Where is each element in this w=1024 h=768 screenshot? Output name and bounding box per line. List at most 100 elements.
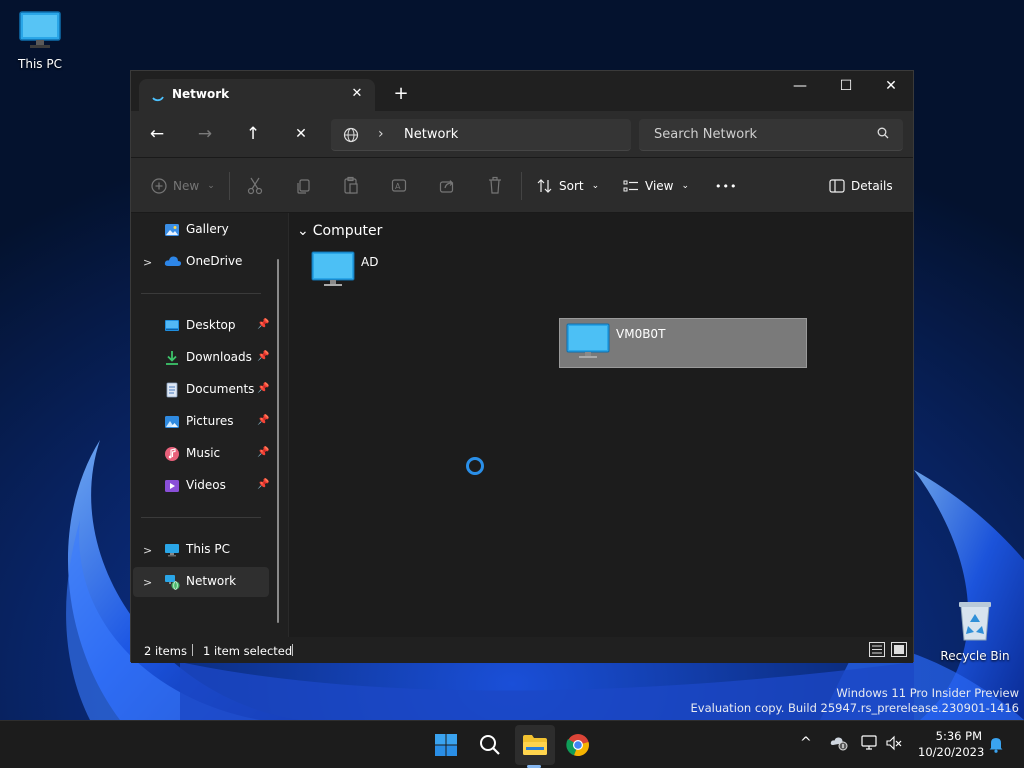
sidebar-item-network[interactable]: > Network [133, 567, 269, 597]
sort-icon [537, 179, 552, 193]
sidebar-item-videos[interactable]: Videos 📌 [133, 471, 269, 501]
search-icon [480, 735, 500, 755]
notification-bell-icon[interactable] [988, 736, 1004, 753]
search-input[interactable] [639, 119, 903, 151]
show-hidden-icons-button[interactable]: ^ [800, 735, 812, 751]
back-button[interactable]: ← [143, 123, 171, 147]
tab-network[interactable]: Network ✕ [139, 79, 375, 111]
group-header-computer[interactable]: ⌄ Computer [297, 223, 382, 239]
paste-icon[interactable] [343, 174, 359, 198]
pin-icon[interactable]: 📌 [257, 479, 269, 490]
maximize-button[interactable]: ☐ [823, 71, 869, 101]
more-options-button[interactable]: ••• [715, 174, 737, 198]
this-pc-icon [165, 544, 179, 557]
command-bar: New ⌄ A Sort ⌄ View ⌄ ••• Details [131, 157, 913, 213]
pin-icon[interactable]: 📌 [257, 383, 269, 394]
sidebar-item-onedrive[interactable]: > OneDrive [133, 247, 269, 277]
pin-icon[interactable]: 📌 [257, 447, 269, 458]
view-button[interactable]: View ⌄ [623, 174, 689, 198]
evaluation-watermark: Windows 11 Pro Insider Preview Evaluatio… [691, 686, 1019, 716]
minimize-button[interactable]: — [777, 71, 823, 101]
details-pane-icon [829, 179, 845, 193]
details-button[interactable]: Details [829, 174, 893, 198]
chrome-taskbar-button[interactable] [558, 725, 598, 765]
pictures-icon [165, 416, 179, 428]
network-status-icon[interactable] [861, 735, 879, 751]
volume-muted-icon[interactable] [885, 735, 903, 751]
sidebar-item-gallery[interactable]: Gallery [133, 215, 269, 245]
pin-icon[interactable]: 📌 [257, 415, 269, 426]
tiles-view-icon[interactable] [891, 642, 907, 657]
sidebar-item-documents[interactable]: Documents 📌 [133, 375, 269, 405]
desktop-icon-this-pc[interactable]: This PC [0, 10, 80, 71]
onedrive-status-icon[interactable] [830, 735, 848, 751]
sidebar-item-this-pc[interactable]: > This PC [133, 535, 269, 565]
sidebar-item-label: This PC [186, 542, 230, 556]
desktop-icon-label: Recycle Bin [940, 649, 1010, 663]
sidebar-item-label: Downloads [186, 350, 252, 364]
sidebar-item-label: Pictures [186, 414, 234, 428]
file-explorer-taskbar-button[interactable] [515, 725, 555, 765]
desktop-icon-recycle-bin[interactable]: Recycle Bin [935, 598, 1015, 663]
sidebar-item-label: Gallery [186, 222, 229, 236]
sidebar-item-label: Music [186, 446, 221, 460]
sidebar-item-downloads[interactable]: Downloads 📌 [133, 343, 269, 373]
taskbar-clock[interactable]: 5:36 PM 10/20/2023 [918, 728, 984, 760]
expand-chevron-icon[interactable]: > [143, 256, 152, 269]
plus-circle-icon [151, 178, 167, 194]
sidebar-item-desktop[interactable]: Desktop 📌 [133, 311, 269, 341]
sort-label: Sort [559, 179, 584, 193]
search-icon[interactable] [877, 127, 889, 139]
pin-icon[interactable]: 📌 [257, 351, 269, 362]
pin-icon[interactable]: 📌 [257, 319, 269, 330]
sidebar-item-label: Documents [186, 382, 255, 396]
search-button[interactable] [470, 725, 510, 765]
status-separator [192, 644, 193, 656]
sidebar-item-music[interactable]: Music 📌 [133, 439, 269, 469]
start-button[interactable] [426, 725, 466, 765]
address-bar[interactable]: › Network [331, 119, 631, 151]
new-tab-button[interactable]: + [389, 83, 413, 107]
sort-button[interactable]: Sort ⌄ [537, 174, 599, 198]
navigation-bar: ← → ↑ ✕ › Network [131, 111, 913, 157]
watermark-line-2: Evaluation copy. Build 25947.rs_prerelea… [690, 701, 1019, 715]
network-item-ad[interactable]: AD [305, 247, 553, 297]
copy-icon[interactable] [295, 174, 311, 198]
breadcrumb-chevron-icon[interactable]: › [378, 126, 384, 142]
loading-spinner-icon [152, 96, 164, 102]
cut-icon[interactable] [247, 174, 263, 198]
expand-chevron-icon[interactable]: > [143, 544, 152, 557]
rename-icon[interactable]: A [391, 174, 407, 198]
sidebar-item-pictures[interactable]: Pictures 📌 [133, 407, 269, 437]
network-globe-icon [343, 127, 359, 143]
network-item-vm0b0t[interactable]: VM0B0T [559, 318, 807, 368]
sidebar-divider [141, 517, 261, 518]
sidebar-scrollbar[interactable] [277, 259, 279, 623]
share-icon[interactable] [439, 174, 455, 198]
stop-button[interactable]: ✕ [287, 123, 315, 147]
forward-button[interactable]: → [191, 123, 219, 147]
new-button[interactable]: New ⌄ [151, 174, 215, 198]
computer-icon [566, 323, 610, 358]
close-button[interactable]: ✕ [868, 71, 914, 101]
taskbar: ^ 5:36 PM 10/20/2023 [0, 720, 1024, 768]
details-view-icon[interactable] [869, 642, 885, 657]
status-bar: 2 items 1 item selected [131, 637, 913, 663]
delete-icon[interactable] [487, 174, 503, 198]
collapse-chevron-icon[interactable]: ⌄ [297, 223, 309, 239]
content-pane[interactable]: ⌄ Computer AD VM0B0T [289, 213, 913, 637]
selection-count: 1 item selected [203, 644, 293, 658]
gallery-icon [165, 224, 179, 236]
sidebar-item-label: OneDrive [186, 254, 243, 268]
title-bar[interactable]: Network ✕ + — ☐ ✕ [131, 71, 913, 111]
tab-close-icon[interactable]: ✕ [347, 84, 367, 104]
clock-time: 5:36 PM [935, 729, 982, 743]
tab-title: Network [172, 87, 230, 101]
up-button[interactable]: ↑ [239, 123, 267, 147]
breadcrumb-network[interactable]: Network [404, 127, 458, 142]
monitor-icon [19, 11, 61, 48]
sidebar-item-label: Network [186, 574, 237, 588]
chrome-icon [566, 734, 589, 757]
expand-chevron-icon[interactable]: > [143, 576, 152, 589]
view-icon [623, 180, 638, 192]
